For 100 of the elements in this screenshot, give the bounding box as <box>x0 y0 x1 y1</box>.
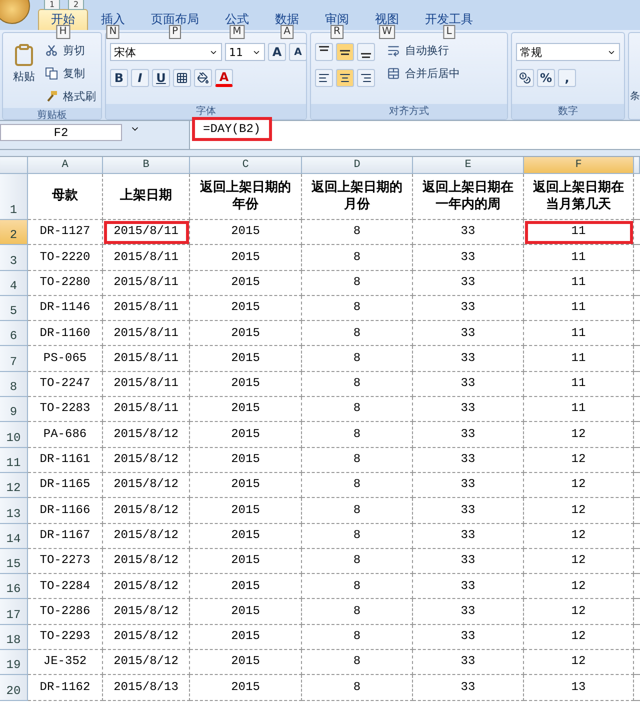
key-tip: R <box>330 25 344 39</box>
table-cell: 上架日期 <box>103 174 190 220</box>
key-tip: 2 <box>68 0 84 10</box>
row-header[interactable]: 8 <box>0 372 28 398</box>
row-header[interactable]: 2 <box>0 220 28 246</box>
table-cell: 12 <box>524 624 634 650</box>
ribbon-button[interactable]: 剪切 <box>45 43 96 58</box>
align-icon <box>360 72 372 84</box>
table-cell: 8 <box>302 346 413 372</box>
table-cell: JE-352 <box>28 650 103 676</box>
row-header[interactable]: 13 <box>0 498 28 524</box>
table-cell: 8 <box>302 524 413 549</box>
row-header[interactable]: 10 <box>0 422 28 448</box>
table-cell: TO-2247 <box>28 372 103 398</box>
table-cell: 33 <box>413 448 524 473</box>
align-button[interactable] <box>357 43 375 61</box>
font-style-button[interactable]: B <box>110 69 128 87</box>
number-style-button[interactable]: % <box>537 69 556 87</box>
row-header[interactable]: 11 <box>0 448 28 473</box>
row-header[interactable]: 3 <box>0 245 28 271</box>
key-tip: M <box>230 25 244 39</box>
ribbon-button[interactable]: 复制 <box>45 66 96 81</box>
currency-button[interactable] <box>516 69 534 87</box>
column-header[interactable]: B <box>103 157 190 174</box>
font-name-field[interactable]: 宋体 <box>110 43 222 61</box>
table-cell: 8 <box>302 372 413 398</box>
grow-font-button[interactable]: A <box>268 43 286 61</box>
font-size-field[interactable]: 11 <box>225 43 265 61</box>
merge-center-button[interactable]: 合并后居中 <box>387 66 460 81</box>
font-style-button[interactable]: U <box>152 69 170 87</box>
align-button[interactable] <box>315 43 333 61</box>
row-header[interactable]: 6 <box>0 321 28 346</box>
align-button[interactable] <box>336 43 354 61</box>
ribbon-button[interactable]: 条 <box>630 73 640 118</box>
table-cell: 2015 <box>190 346 302 372</box>
clipboard-icon <box>12 43 36 67</box>
table-cell: 11 <box>524 372 634 398</box>
coins-icon <box>519 72 531 84</box>
key-tip: W <box>379 25 395 39</box>
row-header[interactable]: 14 <box>0 524 28 549</box>
name-box[interactable]: F2 <box>0 124 122 141</box>
table-cell: 11 <box>524 346 634 372</box>
table-cell: PS-065 <box>28 346 103 372</box>
row-header[interactable]: 12 <box>0 472 28 498</box>
row-header[interactable]: 20 <box>0 675 28 701</box>
table-cell: 2015/8/12 <box>103 524 190 549</box>
shrink-font-button[interactable]: A <box>289 43 306 61</box>
row-header[interactable]: 19 <box>0 650 28 676</box>
table-cell: 33 <box>413 346 524 372</box>
column-header[interactable]: D <box>302 157 413 174</box>
brush-icon <box>45 90 58 103</box>
number-format-field[interactable]: 常规 <box>516 43 620 61</box>
table-cell: 8 <box>302 650 413 676</box>
row-header[interactable]: 1 <box>0 174 28 220</box>
column-header[interactable]: F <box>524 157 634 174</box>
table-cell: 2015/8/11 <box>103 397 190 422</box>
table-cell: 返回上架日期的月份 <box>302 174 413 220</box>
row-header[interactable]: 15 <box>0 548 28 574</box>
table-cell: 2015 <box>190 675 302 701</box>
align-icon <box>340 50 350 54</box>
table-cell: 33 <box>413 650 524 676</box>
column-header[interactable]: A <box>28 157 103 174</box>
table-cell: 母款 <box>28 174 103 220</box>
row-header[interactable]: 16 <box>0 574 28 600</box>
font-style-button[interactable]: I <box>131 69 149 87</box>
table-cell: 8 <box>302 422 413 448</box>
table-cell: 2015 <box>190 498 302 524</box>
table-cell: 2015 <box>190 372 302 398</box>
align-icon <box>318 72 330 84</box>
row-header[interactable]: 9 <box>0 397 28 422</box>
row-header[interactable]: 17 <box>0 599 28 625</box>
font-color-button[interactable]: A <box>215 69 233 87</box>
table-cell: 11 <box>524 220 634 246</box>
table-cell: TO-2284 <box>28 574 103 600</box>
row-header[interactable]: 4 <box>0 270 28 296</box>
row-header[interactable]: 5 <box>0 296 28 322</box>
align-button[interactable] <box>315 69 333 87</box>
table-cell: 8 <box>302 220 413 246</box>
table-cell: 返回上架日期在一年内的周 <box>413 174 524 220</box>
table-cell: 2015/8/11 <box>103 245 190 271</box>
row-header[interactable]: 7 <box>0 346 28 372</box>
number-style-button[interactable]: , <box>558 69 576 87</box>
formula-field[interactable]: =DAY(B2) <box>192 117 272 141</box>
table-cell: TO-2220 <box>28 245 103 271</box>
wrap-text-button[interactable]: 自动换行 <box>387 43 460 58</box>
table-cell: DR-1146 <box>28 296 103 322</box>
column-header[interactable]: E <box>413 157 524 174</box>
border-button[interactable] <box>173 69 191 87</box>
row-header[interactable]: 18 <box>0 624 28 650</box>
table-cell: 8 <box>302 397 413 422</box>
table-cell: 12 <box>524 524 634 549</box>
paste-button[interactable]: 粘贴 <box>7 43 41 104</box>
table-cell: 返回上架日期的年份 <box>190 174 302 220</box>
align-button[interactable] <box>357 69 375 87</box>
column-header[interactable]: C <box>190 157 302 174</box>
align-button[interactable] <box>336 69 354 87</box>
ribbon-button[interactable]: 格式刷 <box>45 89 96 104</box>
fill-color-button[interactable] <box>194 69 212 87</box>
table-cell: 11 <box>524 270 634 296</box>
table-cell: DR-1166 <box>28 498 103 524</box>
